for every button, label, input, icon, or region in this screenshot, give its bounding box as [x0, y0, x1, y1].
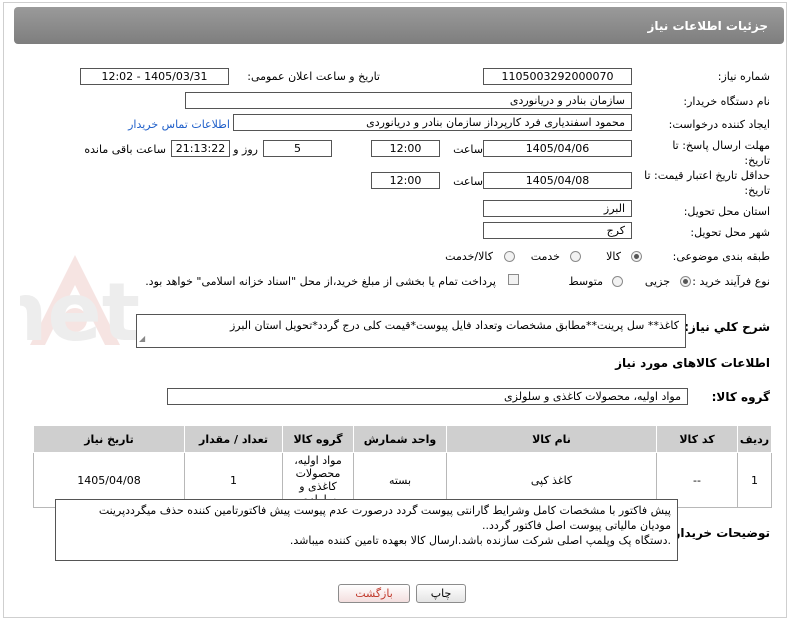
- treasury-payment-note: پرداخت تمام یا بخشی از مبلغ خرید،از محل …: [145, 275, 496, 288]
- deadline-time-field[interactable]: 12:00: [371, 140, 440, 157]
- goods-group-field[interactable]: مواد اولیه، محصولات کاغذی و سلولزی: [167, 388, 688, 405]
- process-medium-label: متوسط: [568, 275, 603, 288]
- process-type-label: نوع فرآیند خرید :: [692, 275, 770, 288]
- print-button[interactable]: چاپ: [416, 584, 466, 603]
- price-validity-label: حداقل تاریخ اعتبار قیمت: تا تاریخ:: [644, 169, 770, 197]
- province-label: استان محل تحویل:: [683, 205, 770, 218]
- validity-date-field[interactable]: 1405/04/08: [483, 172, 632, 189]
- buyer-org-label: نام دستگاه خریدار:: [683, 95, 770, 108]
- resize-grip-icon[interactable]: ◢: [139, 331, 145, 346]
- announce-date-label: تاریخ و ساعت اعلان عمومی:: [247, 70, 380, 83]
- category-service-label: خدمت: [530, 250, 560, 263]
- category-service-radio[interactable]: [570, 251, 581, 262]
- col-date: تاریخ نیاز: [33, 425, 185, 453]
- deadline-date-field[interactable]: 1405/04/06: [483, 140, 632, 157]
- process-minor-label: جزیی: [644, 275, 670, 288]
- col-unit: واحد شمارش: [353, 425, 447, 453]
- description-textarea[interactable]: کاغذ** سل پرینت**مطابق مشخصات وتعداد فای…: [136, 314, 686, 348]
- process-medium-radio[interactable]: [612, 276, 623, 287]
- description-label: شرح کلي نياز:: [684, 320, 770, 334]
- page-header: جزئیات اطلاعات نیاز: [14, 7, 784, 44]
- buyer-notes-line-1: پیش فاکتور با مشخصات کامل وشرایط گارانتی…: [98, 504, 671, 517]
- announce-date-field[interactable]: 1405/03/31 - 12:02: [80, 68, 229, 85]
- need-number-field[interactable]: 1105003292000070: [483, 68, 632, 85]
- goods-table-header: ردیف کد کالا نام کالا واحد شمارش گروه کا…: [33, 425, 772, 453]
- days-label: روز و: [233, 143, 258, 156]
- days-remaining-field[interactable]: 5: [263, 140, 332, 157]
- description-text: کاغذ** سل پرینت**مطابق مشخصات وتعداد فای…: [229, 319, 679, 332]
- col-name: نام کالا: [446, 425, 657, 453]
- col-row: ردیف: [737, 425, 772, 453]
- col-code: کد کالا: [656, 425, 738, 453]
- creator-field[interactable]: محمود اسفندیاری فرد کارپرداز سازمان بناد…: [233, 114, 632, 131]
- buyer-notes-line-3: .دستگاه پک وپلمپ اصلی شرکت سازنده باشد.ا…: [289, 534, 671, 547]
- deadline-label: مهلت ارسال پاسخ: تا تاریخ:: [672, 139, 770, 167]
- need-number-label: شماره نیاز:: [717, 70, 770, 83]
- treasury-payment-checkbox[interactable]: [508, 274, 519, 285]
- col-qty: تعداد / مقدار: [184, 425, 283, 453]
- goods-table: ردیف کد کالا نام کالا واحد شمارش گروه کا…: [33, 425, 772, 508]
- back-button[interactable]: بازگشت: [338, 584, 410, 603]
- goods-group-label: گروه کالا:: [711, 390, 770, 404]
- category-goods-service-label: کالا/خدمت: [445, 250, 493, 263]
- page-title: جزئیات اطلاعات نیاز: [647, 19, 768, 33]
- buyer-contact-link[interactable]: اطلاعات تماس خریدار: [128, 118, 230, 131]
- category-goods-label: کالا: [606, 250, 621, 263]
- remaining-time-label: ساعت باقی مانده: [84, 143, 166, 156]
- cell-row: 1: [737, 452, 772, 508]
- buyer-notes-line-2: مودیان مالیاتی پیوست اصل فاکتور گردد..: [481, 519, 671, 532]
- city-field[interactable]: کرج: [483, 222, 632, 239]
- creator-label: ایجاد کننده درخواست:: [668, 118, 770, 131]
- validity-time-field[interactable]: 12:00: [371, 172, 440, 189]
- category-goods-radio[interactable]: [631, 251, 642, 262]
- city-label: شهر محل تحویل:: [690, 226, 770, 239]
- buyer-notes-label: توضیحات خریدار:: [668, 526, 770, 540]
- remaining-time-field[interactable]: 21:13:22: [171, 140, 230, 157]
- col-group: گروه کالا: [282, 425, 354, 453]
- province-field[interactable]: البرز: [483, 200, 632, 217]
- deadline-time-label: ساعت: [453, 143, 483, 156]
- goods-section-title: اطلاعات کالاهای مورد نیاز: [615, 356, 770, 370]
- category-label: طبقه بندی موضوعی:: [672, 250, 770, 263]
- category-goods-service-radio[interactable]: [504, 251, 515, 262]
- buyer-notes-textarea[interactable]: پیش فاکتور با مشخصات کامل وشرایط گارانتی…: [55, 499, 678, 561]
- process-minor-radio[interactable]: [680, 276, 691, 287]
- validity-time-label: ساعت: [453, 175, 483, 188]
- buyer-org-field[interactable]: سازمان بنادر و دریانوردی: [185, 92, 632, 109]
